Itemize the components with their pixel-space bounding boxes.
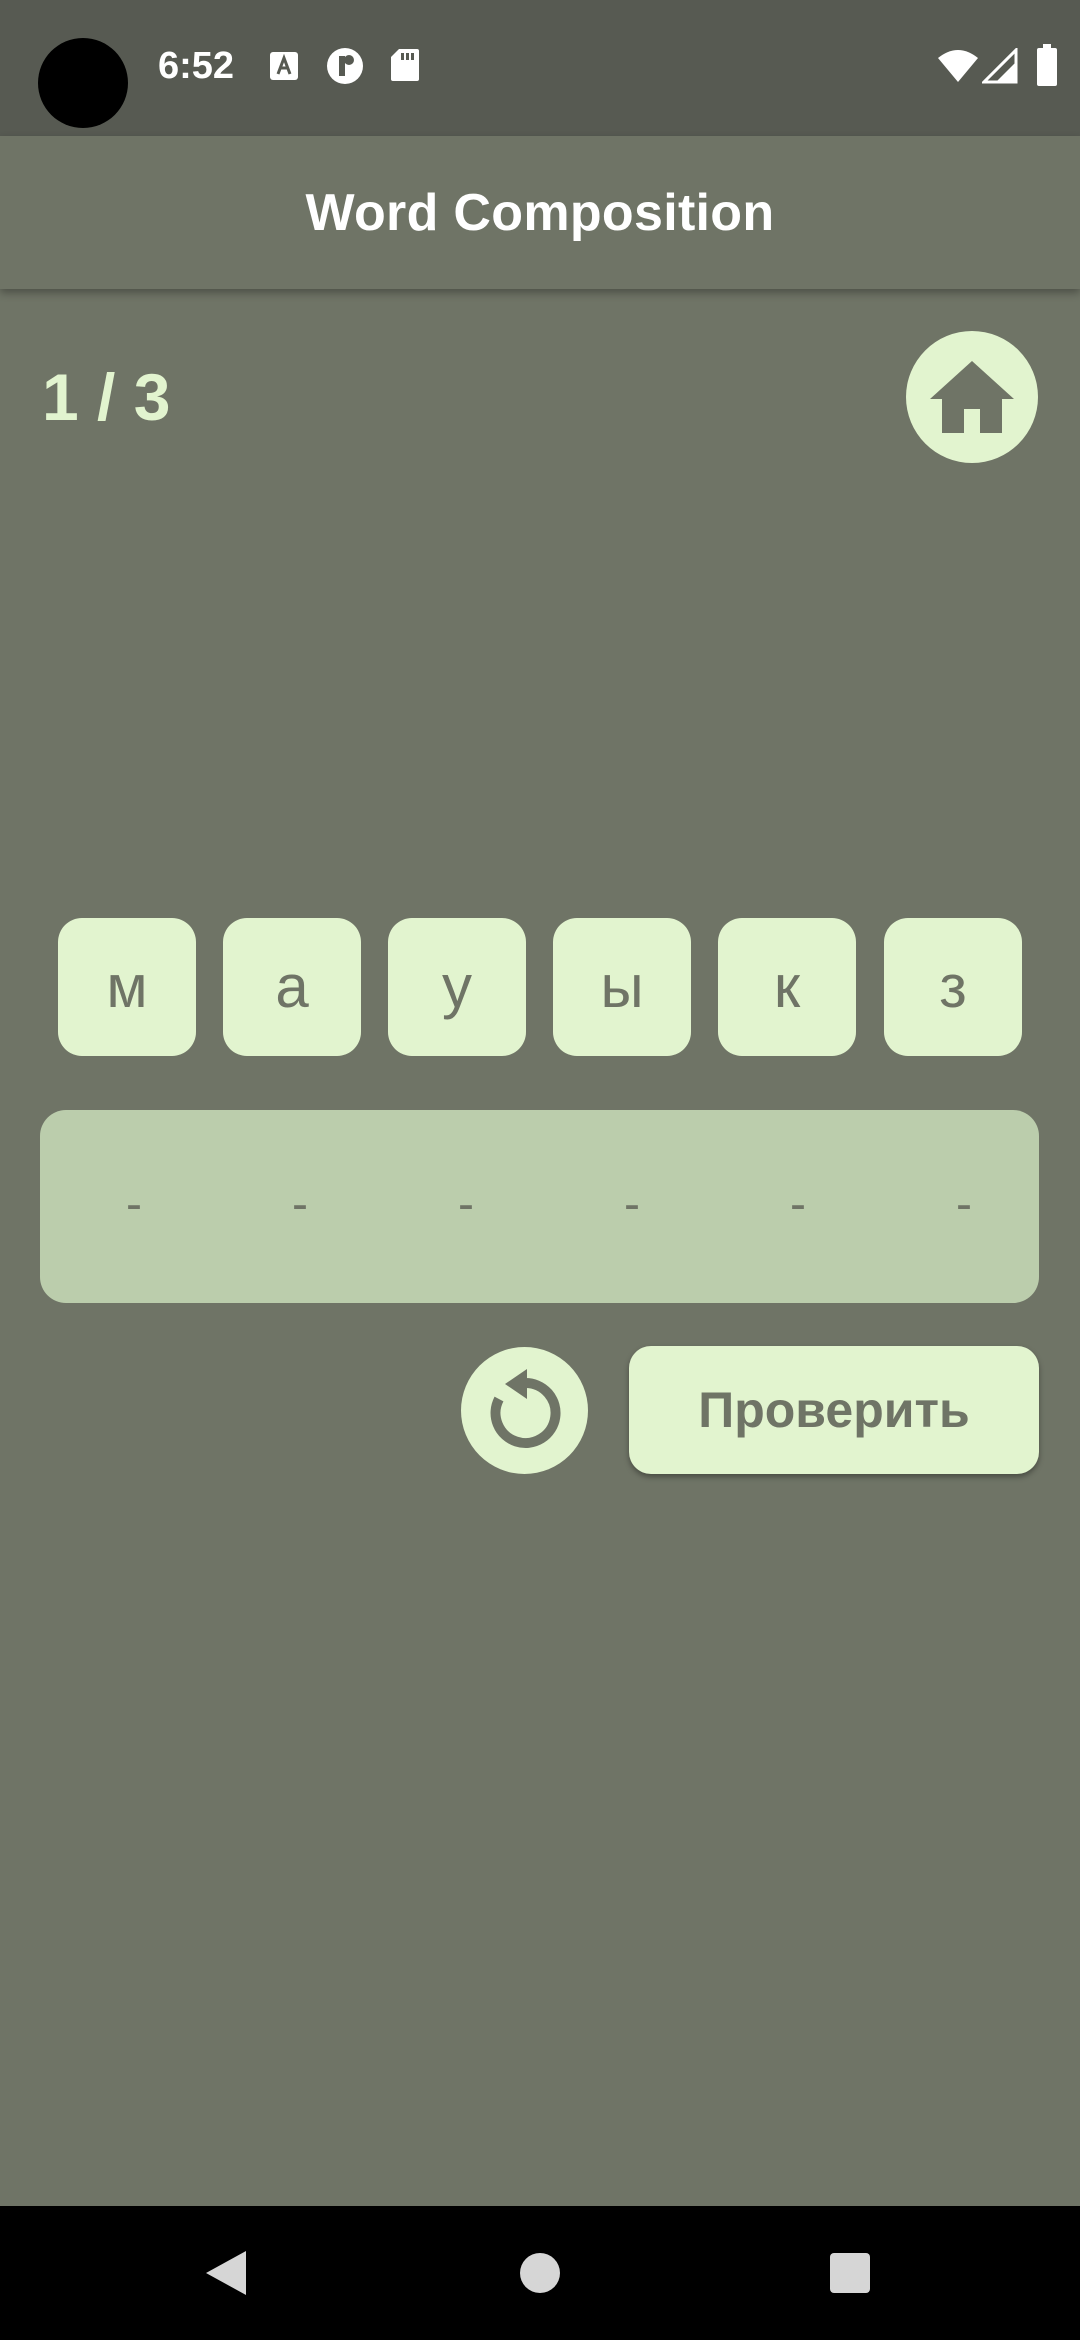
- battery-icon: [1037, 44, 1057, 86]
- home-icon: [930, 361, 1014, 433]
- cell-signal-icon: [982, 48, 1018, 84]
- navigation-bar: [0, 2206, 1080, 2340]
- status-bar: 6:52: [0, 0, 1080, 136]
- recents-icon: [830, 2253, 870, 2293]
- reset-button[interactable]: [461, 1347, 588, 1474]
- wifi-icon: [938, 50, 978, 82]
- cloud-r-icon: [327, 48, 363, 84]
- home-button[interactable]: [906, 331, 1038, 463]
- screen: 6:52 Word Composition 1 / 3 м а у ы к з …: [0, 0, 1080, 2340]
- letter-tile[interactable]: у: [388, 918, 526, 1056]
- check-button[interactable]: Проверить: [629, 1346, 1039, 1474]
- sd-card-icon: [391, 49, 419, 81]
- back-icon: [206, 2251, 246, 2295]
- answer-slot[interactable]: -: [934, 1170, 994, 1240]
- letter-tile[interactable]: а: [223, 918, 361, 1056]
- progress-counter: 1 / 3: [42, 360, 171, 434]
- answer-slot[interactable]: -: [104, 1170, 164, 1240]
- app-title: Word Composition: [305, 183, 775, 242]
- status-time: 6:52: [158, 45, 235, 87]
- back-button[interactable]: [156, 2206, 296, 2340]
- letter-tile[interactable]: з: [884, 918, 1022, 1056]
- answer-slot[interactable]: -: [768, 1170, 828, 1240]
- letter-tile[interactable]: ы: [553, 918, 691, 1056]
- letter-tile[interactable]: к: [718, 918, 856, 1056]
- answer-slot[interactable]: -: [270, 1170, 330, 1240]
- answer-slot[interactable]: -: [602, 1170, 662, 1240]
- letter-tile[interactable]: м: [58, 918, 196, 1056]
- app-bar: Word Composition: [0, 136, 1080, 289]
- home-circle-icon: [520, 2253, 560, 2293]
- recents-button[interactable]: [780, 2206, 920, 2340]
- letters-row: м а у ы к з: [58, 918, 1022, 1056]
- camera-cutout: [38, 38, 128, 128]
- home-nav-button[interactable]: [470, 2206, 610, 2340]
- answer-box: - - - - - -: [40, 1110, 1039, 1303]
- refresh-icon: [490, 1368, 560, 1448]
- answer-slot[interactable]: -: [436, 1170, 496, 1240]
- font-a-icon: [270, 52, 298, 80]
